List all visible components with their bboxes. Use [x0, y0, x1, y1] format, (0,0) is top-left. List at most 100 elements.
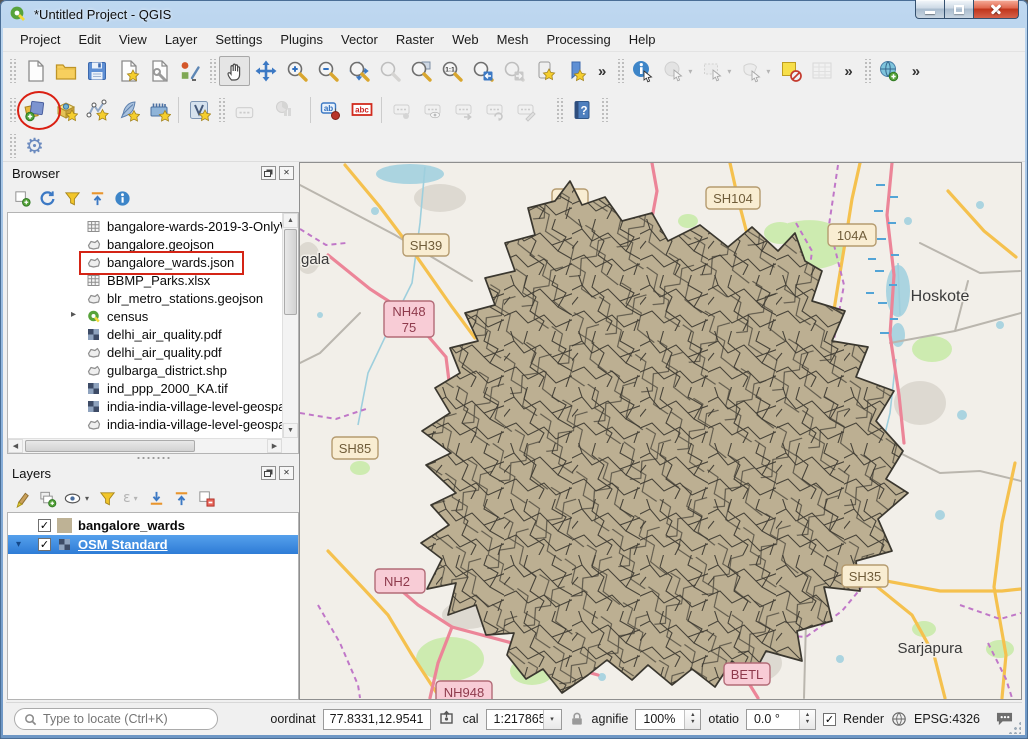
layer-labeling-button[interactable]: [228, 95, 259, 125]
locator-input[interactable]: [43, 712, 208, 726]
collapse-all-button[interactable]: [88, 189, 107, 208]
menu-plugins[interactable]: Plugins: [271, 29, 332, 50]
filter-browser-button[interactable]: [63, 189, 82, 208]
new-project-button[interactable]: [19, 56, 50, 86]
menu-view[interactable]: View: [110, 29, 156, 50]
toolbar-overflow-chevron[interactable]: »: [591, 63, 613, 80]
menu-mesh[interactable]: Mesh: [488, 29, 538, 50]
magnifier-spinner[interactable]: 100%▲▼: [635, 709, 701, 730]
messages-icon[interactable]: [995, 711, 1014, 727]
new-geopackage-layer-button[interactable]: [50, 95, 81, 125]
dropdown-caret-icon[interactable]: ▾: [724, 67, 734, 76]
menu-settings[interactable]: Settings: [206, 29, 271, 50]
extents-icon[interactable]: [438, 710, 456, 728]
toolbar-grip[interactable]: [8, 134, 16, 158]
browser-vertical-scrollbar[interactable]: ▲ ▼: [282, 213, 298, 438]
layer-diagram-button[interactable]: [269, 95, 300, 125]
scroll-down-icon[interactable]: ▼: [283, 423, 298, 438]
scroll-right-icon[interactable]: ▶: [267, 439, 282, 453]
collapse-arrow-icon[interactable]: ▾: [16, 539, 21, 550]
toolbar-grip[interactable]: [208, 59, 216, 83]
new-spatialite-layer-button[interactable]: [112, 95, 143, 125]
coordinate-input[interactable]: 77.8331,12.9541: [323, 709, 431, 730]
menu-help[interactable]: Help: [620, 29, 665, 50]
layers-list[interactable]: ✓ bangalore_wards ▾ ✓ OSM Standard: [7, 512, 299, 700]
highlight-pinned-labels-button[interactable]: ab: [315, 95, 346, 125]
zoom-native-button[interactable]: 1:1: [436, 56, 467, 86]
browser-close-button[interactable]: ✕: [279, 166, 294, 180]
add-selected-layers-button[interactable]: [13, 189, 32, 208]
refresh-button[interactable]: [38, 189, 57, 208]
show-hide-labels-button[interactable]: [417, 95, 448, 125]
identify-features-button[interactable]: [627, 56, 658, 86]
pan-to-selection-button[interactable]: [250, 56, 281, 86]
menu-project[interactable]: Project: [11, 29, 69, 50]
layer-styling-button[interactable]: [13, 489, 32, 508]
layers-close-button[interactable]: ✕: [279, 466, 294, 480]
browser-item[interactable]: delhi_air_quality.pdf: [8, 325, 298, 343]
browser-item[interactable]: BBMP_Parks.xlsx: [8, 271, 298, 289]
dropdown-caret-icon[interactable]: ▾: [763, 67, 773, 76]
zoom-out-button[interactable]: [312, 56, 343, 86]
scrollbar-thumb[interactable]: [284, 229, 297, 315]
browser-horizontal-scrollbar[interactable]: ◀ ▶: [8, 438, 282, 453]
layer-checkbox[interactable]: ✓: [38, 519, 51, 532]
toggle-unplaced-labels-button[interactable]: abc: [346, 95, 377, 125]
toolbar-grip[interactable]: [217, 98, 225, 122]
menu-vector[interactable]: Vector: [332, 29, 387, 50]
open-attribute-table-button[interactable]: [806, 56, 837, 86]
style-manager-button[interactable]: [174, 56, 205, 86]
menu-web[interactable]: Web: [443, 29, 488, 50]
browser-item[interactable]: india-india-village-level-geospa: [8, 415, 298, 433]
layer-row-osm-standard[interactable]: ▾ ✓ OSM Standard: [8, 535, 298, 554]
deselect-all-button[interactable]: [775, 56, 806, 86]
crs-globe-icon[interactable]: [891, 711, 907, 727]
layer-checkbox[interactable]: ✓: [38, 538, 51, 551]
expand-arrow-icon[interactable]: ▸: [71, 309, 76, 320]
layer-row-bangalore-wards[interactable]: ✓ bangalore_wards: [8, 516, 298, 535]
toolbar-overflow-chevron[interactable]: »: [905, 63, 927, 80]
toolbar-grip[interactable]: [555, 98, 563, 122]
toolbar-overflow-chevron[interactable]: »: [837, 63, 859, 80]
pan-map-button[interactable]: [219, 56, 250, 86]
browser-item-census[interactable]: ▸census: [8, 307, 298, 325]
toolbar-grip[interactable]: [8, 98, 16, 122]
browser-item[interactable]: bangalore.geojson: [8, 235, 298, 253]
save-project-button[interactable]: [81, 56, 112, 86]
combo-dropdown-icon[interactable]: ▾: [543, 710, 561, 729]
browser-item-bangalore-wards-json[interactable]: bangalore_wards.json: [8, 253, 298, 271]
browser-item[interactable]: bangalore-wards-2019-3-OnlyW: [8, 217, 298, 235]
select-features-button[interactable]: ▾: [697, 56, 728, 86]
filter-legend-button[interactable]: [98, 489, 117, 508]
spin-up-icon[interactable]: ▲: [805, 713, 810, 719]
crs-status[interactable]: EPSG:4326: [914, 712, 980, 726]
render-checkbox[interactable]: ✓: [823, 713, 836, 726]
menu-edit[interactable]: Edit: [69, 29, 109, 50]
select-by-value-button[interactable]: ▾: [736, 56, 767, 86]
dropdown-caret-icon[interactable]: ▾: [131, 494, 141, 503]
new-print-layout-button[interactable]: [112, 56, 143, 86]
remove-layer-button[interactable]: [197, 489, 216, 508]
zoom-to-selection-button[interactable]: [374, 56, 405, 86]
manage-themes-button[interactable]: ▾: [63, 489, 92, 508]
browser-item[interactable]: delhi_air_quality.pdf: [8, 343, 298, 361]
toolbar-grip[interactable]: [600, 98, 608, 122]
dropdown-caret-icon[interactable]: ▾: [685, 67, 695, 76]
browser-float-button[interactable]: [261, 166, 276, 180]
layers-float-button[interactable]: [261, 466, 276, 480]
dock-splitter[interactable]: [7, 454, 299, 462]
spin-down-icon[interactable]: ▼: [690, 720, 695, 726]
spin-down-icon[interactable]: ▼: [805, 720, 810, 726]
scale-combobox[interactable]: 1:217865▾: [486, 709, 562, 730]
rotate-label-button[interactable]: [479, 95, 510, 125]
zoom-in-button[interactable]: [281, 56, 312, 86]
show-bookmarks-button[interactable]: [560, 56, 591, 86]
browser-item[interactable]: india-india-village-level-geospa: [8, 397, 298, 415]
scrollbar-thumb[interactable]: [25, 440, 195, 452]
spin-up-icon[interactable]: ▲: [690, 713, 695, 719]
browser-item[interactable]: blr_metro_stations.geojson: [8, 289, 298, 307]
menu-raster[interactable]: Raster: [387, 29, 443, 50]
layer-name[interactable]: OSM Standard: [78, 537, 168, 552]
new-mesh-layer-button[interactable]: [143, 95, 174, 125]
run-feature-action-button[interactable]: ▾: [658, 56, 689, 86]
